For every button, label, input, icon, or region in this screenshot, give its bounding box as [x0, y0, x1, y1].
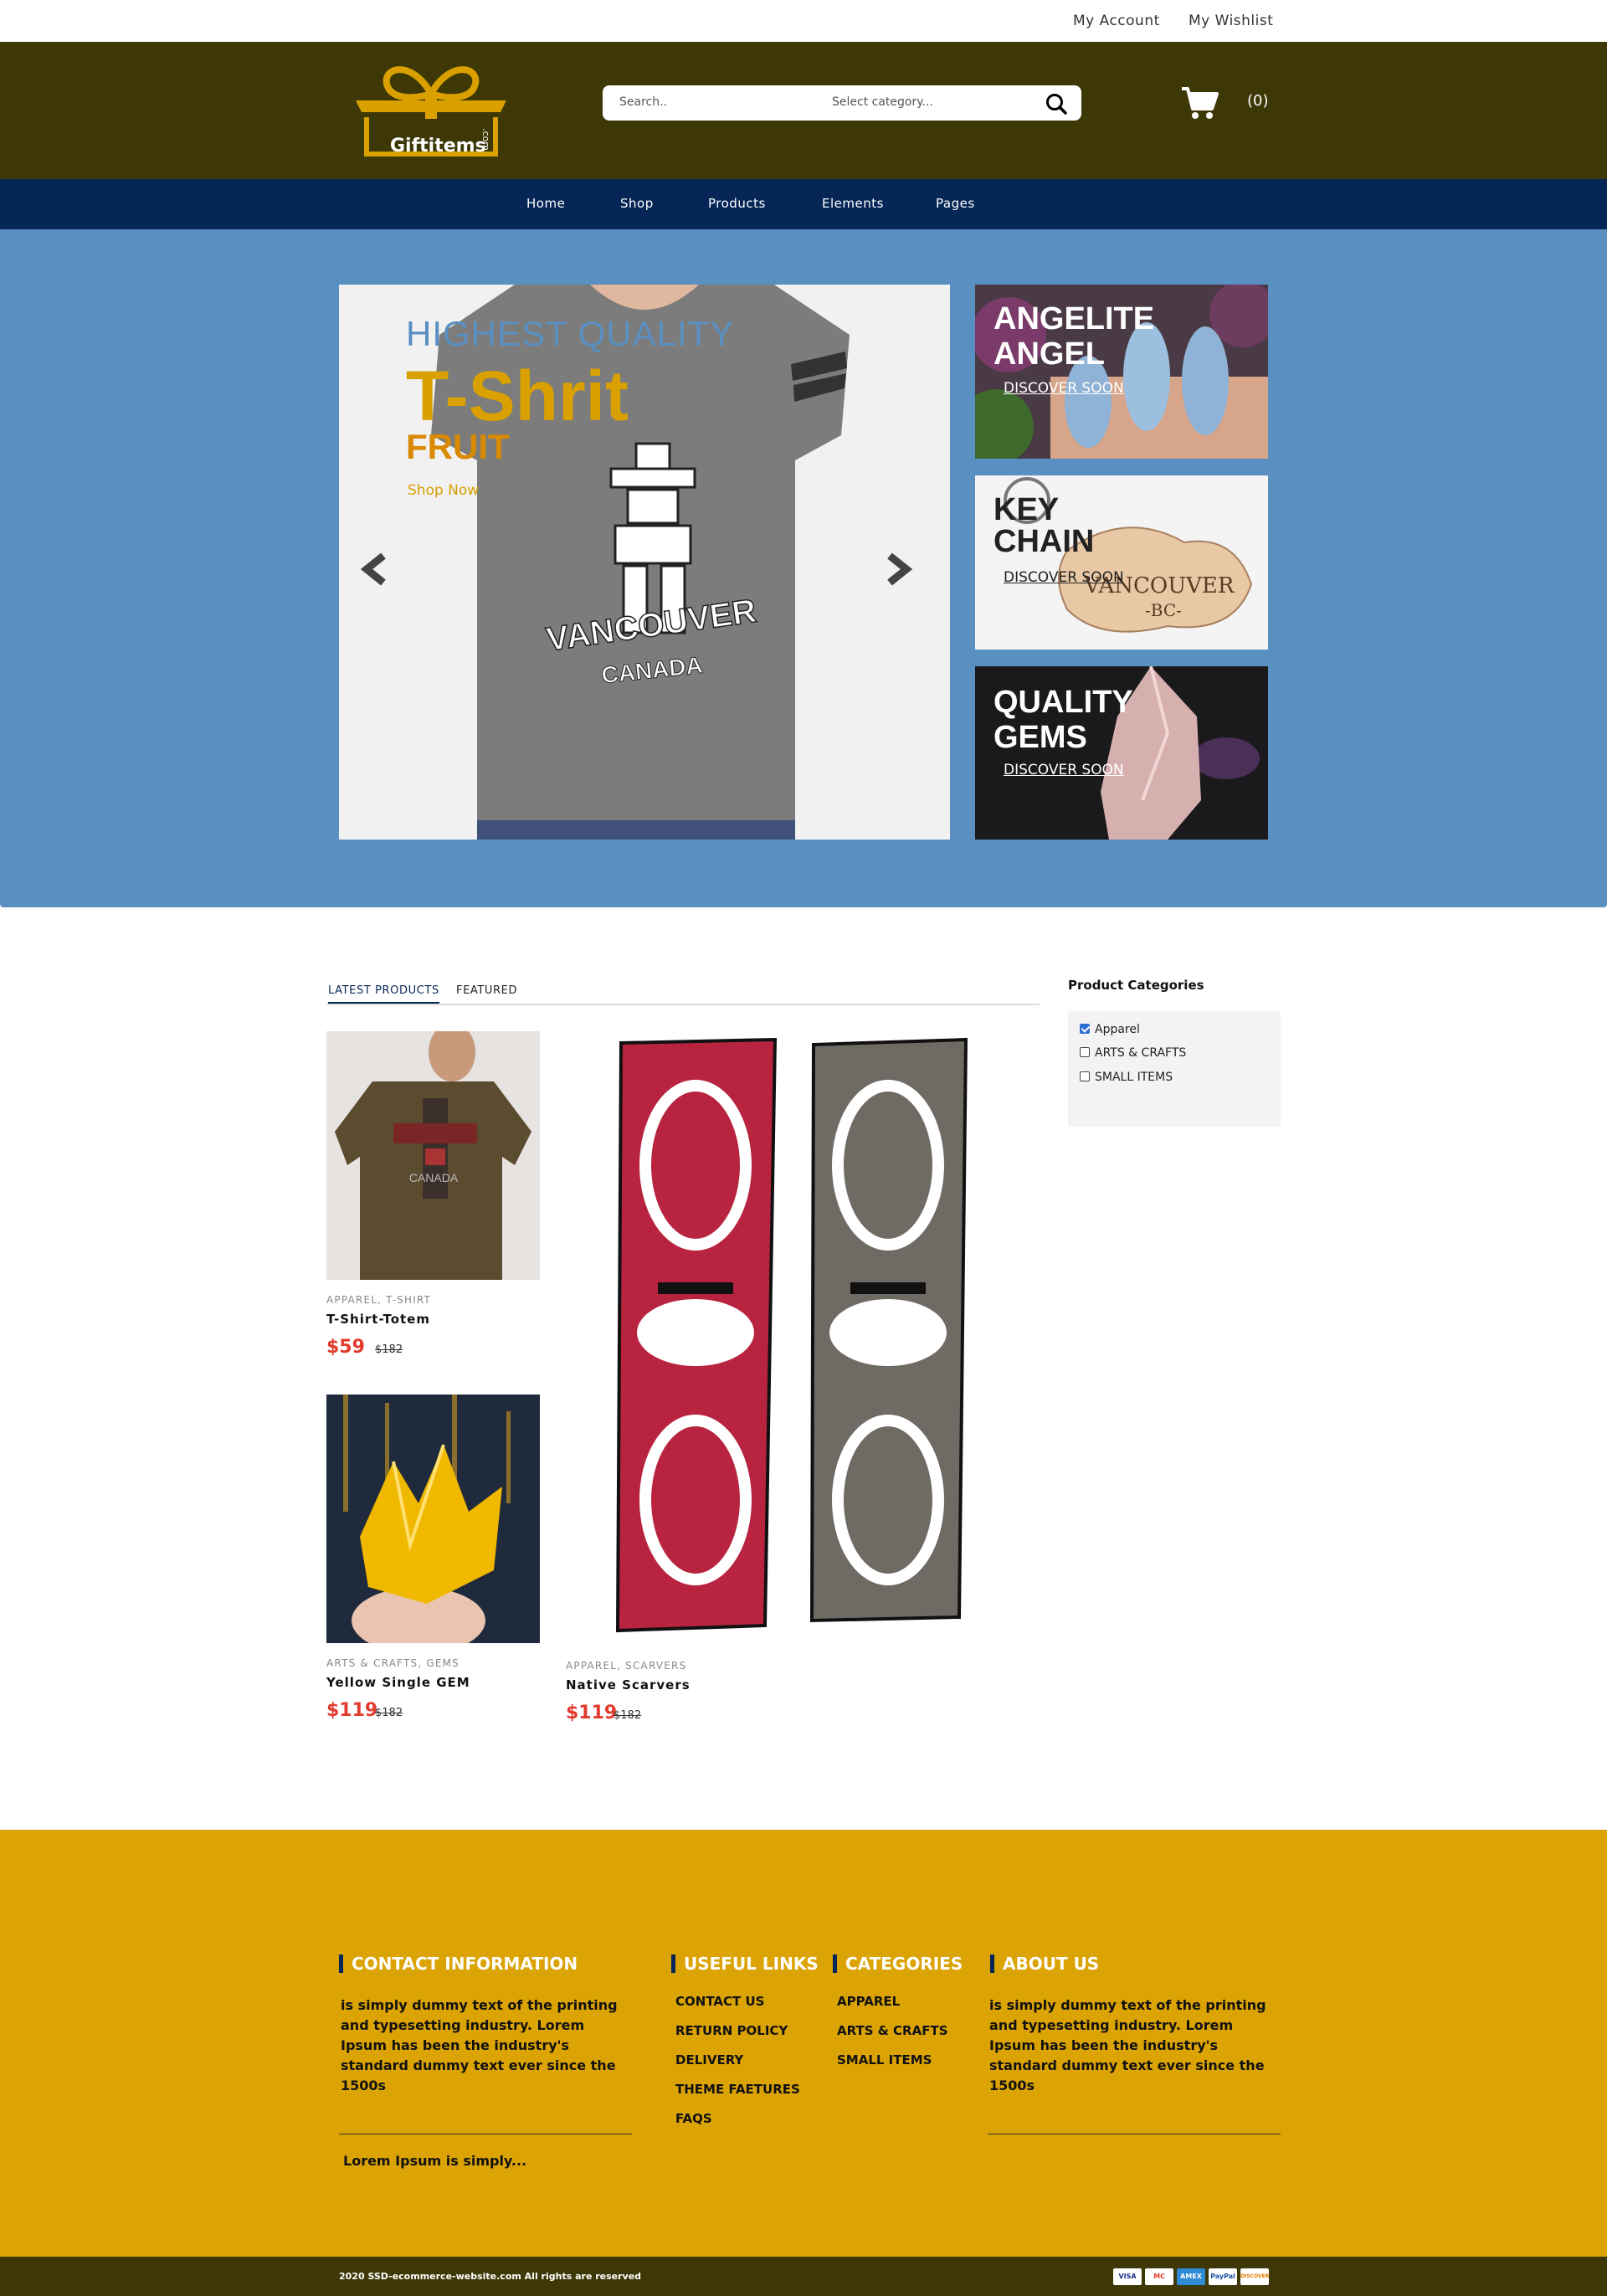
product-tabs: LATEST PRODUCTS FEATURED: [326, 979, 1040, 1005]
tab-latest-products[interactable]: LATEST PRODUCTS: [328, 984, 439, 1004]
hero-subtitle: HIGHEST QUALITY: [406, 314, 735, 353]
nav-products[interactable]: Products: [708, 196, 766, 211]
category-label: Apparel: [1095, 1023, 1140, 1036]
cart-count[interactable]: (0): [1247, 92, 1269, 110]
product-price: $119: [566, 1703, 618, 1723]
paypal-icon: PayPal: [1209, 2268, 1237, 2285]
footer-link-small-items[interactable]: SMALL ITEMS: [837, 2052, 932, 2067]
tab-featured[interactable]: FEATURED: [456, 984, 517, 997]
category-filter-apparel[interactable]: Apparel: [1080, 1023, 1140, 1036]
useful-links-heading: USEFUL LINKS: [671, 1954, 819, 1973]
promo-title-line2: GEMS: [993, 720, 1087, 755]
search-icon[interactable]: [1045, 92, 1068, 116]
discover-link[interactable]: DISCOVER SOON: [1004, 762, 1124, 778]
product-category[interactable]: APPAREL, SCARVERS: [566, 1660, 686, 1672]
product-name[interactable]: Yellow Single GEM: [326, 1675, 470, 1690]
svg-text:CANADA: CANADA: [409, 1171, 459, 1184]
product-old-price: $182: [614, 1709, 642, 1722]
about-us-heading: ABOUT US: [990, 1954, 1099, 1973]
category-filter-arts-crafts[interactable]: ARTS & CRAFTS: [1080, 1046, 1186, 1060]
promo-title-line1: QUALITY: [993, 685, 1133, 720]
product-name[interactable]: Native Scarvers: [566, 1677, 691, 1692]
promo-title-line1: KEY: [993, 492, 1060, 527]
category-filter-box: Apparel ARTS & CRAFTS SMALL ITEMS: [1068, 1011, 1281, 1127]
top-bar: My Account My Wishlist: [0, 0, 1607, 42]
checkbox-checked-icon[interactable]: [1080, 1024, 1090, 1034]
promo-title-line2: ANGEL: [993, 336, 1105, 372]
my-wishlist-link[interactable]: My Wishlist: [1189, 13, 1273, 29]
footer-link-theme-features[interactable]: THEME FAETURES: [675, 2082, 800, 2097]
search-bar: Search.. Select category...: [603, 85, 1081, 121]
contact-text: is simply dummy text of the printing and…: [341, 1997, 618, 2093]
product-category[interactable]: APPAREL, T-SHIRT: [326, 1294, 431, 1306]
category-label: SMALL ITEMS: [1095, 1071, 1173, 1084]
promo-gems[interactable]: QUALITY GEMS DISCOVER SOON: [975, 666, 1268, 840]
amex-icon: AMEX: [1177, 2268, 1205, 2285]
category-filter-small-items[interactable]: SMALL ITEMS: [1080, 1071, 1173, 1084]
bottom-bar: 2020 SSD-ecommerce-website.com All right…: [0, 2257, 1607, 2296]
product-category[interactable]: ARTS & CRAFTS, GEMS: [326, 1657, 460, 1669]
nav-pages[interactable]: Pages: [936, 196, 975, 211]
logo-suffix: .com: [480, 128, 491, 151]
discover-icon: DISCOVER: [1240, 2268, 1269, 2285]
search-input[interactable]: Search..: [619, 95, 667, 109]
footer-link-apparel[interactable]: APPAREL: [837, 1994, 900, 2009]
product-image-native-scarves[interactable]: [566, 1031, 1009, 1642]
footer-link-faqs[interactable]: FAQS: [675, 2111, 712, 2126]
checkbox-icon[interactable]: [1080, 1071, 1090, 1081]
promo-title-line1: ANGELITE: [993, 301, 1155, 336]
nav-shop[interactable]: Shop: [620, 196, 654, 211]
checkbox-icon[interactable]: [1080, 1047, 1090, 1057]
footer-link-arts-crafts[interactable]: ARTS & CRAFTS: [837, 2023, 948, 2038]
nav-elements[interactable]: Elements: [822, 196, 884, 211]
product-image-tshirt-totem[interactable]: CANADA: [326, 1031, 540, 1280]
contact-heading: CONTACT INFORMATION: [339, 1954, 578, 1973]
product-old-price: $182: [375, 1343, 403, 1356]
product-old-price: $182: [375, 1707, 403, 1719]
product-image-yellow-gem[interactable]: [326, 1395, 540, 1643]
discover-link[interactable]: DISCOVER SOON: [1004, 569, 1124, 586]
site-footer: CONTACT INFORMATION is simply dummy text…: [0, 1830, 1607, 2257]
promo-keychain[interactable]: VANCOUVER -BC- KEY CHAIN DISCOVER SOON: [975, 475, 1268, 650]
main-nav: Home Shop Products Elements Pages: [0, 179, 1607, 229]
footer-link-return-policy[interactable]: RETURN POLICY: [675, 2023, 788, 2038]
svg-text:-BC-: -BC-: [1145, 600, 1182, 620]
product-price: $119: [326, 1700, 378, 1721]
promo-angelite[interactable]: ANGELITE ANGEL DISCOVER SOON: [975, 285, 1268, 459]
prev-arrow-icon[interactable]: [360, 552, 390, 586]
category-label: ARTS & CRAFTS: [1095, 1046, 1187, 1060]
logo-text: Giftitems: [390, 136, 486, 157]
product-categories-title: Product Categories: [1068, 978, 1204, 993]
discover-link[interactable]: DISCOVER SOON: [1004, 380, 1124, 397]
next-arrow-icon[interactable]: [883, 552, 913, 586]
category-select[interactable]: Select category...: [832, 95, 933, 109]
visa-icon: VISA: [1113, 2268, 1142, 2285]
contact-subtext: Lorem Ipsum is simply...: [343, 2153, 527, 2169]
footer-link-contact-us[interactable]: CONTACT US: [675, 1994, 764, 2009]
about-us-text: is simply dummy text of the printing and…: [989, 1997, 1266, 2093]
copyright-text: 2020 SSD-ecommerce-website.com All right…: [339, 2271, 642, 2282]
product-name[interactable]: T-Shirt-Totem: [326, 1312, 430, 1327]
promo-title-line2: CHAIN: [993, 524, 1095, 559]
mastercard-icon: MC: [1145, 2268, 1173, 2285]
shop-now-link[interactable]: Shop Now: [408, 482, 479, 499]
hero-title: T-Shrit: [406, 357, 629, 435]
nav-home[interactable]: Home: [526, 196, 565, 211]
categories-heading: CATEGORIES: [833, 1954, 963, 1973]
hero-slider[interactable]: VANCOUVER CANADA HIGHEST QUALITY T-Shrit…: [339, 285, 950, 840]
footer-link-delivery[interactable]: DELIVERY: [675, 2052, 743, 2067]
hero-tagline: FRUIT: [406, 427, 510, 466]
cart-icon[interactable]: [1180, 85, 1219, 121]
product-price: $59: [326, 1337, 365, 1358]
my-account-link[interactable]: My Account: [1073, 13, 1160, 29]
